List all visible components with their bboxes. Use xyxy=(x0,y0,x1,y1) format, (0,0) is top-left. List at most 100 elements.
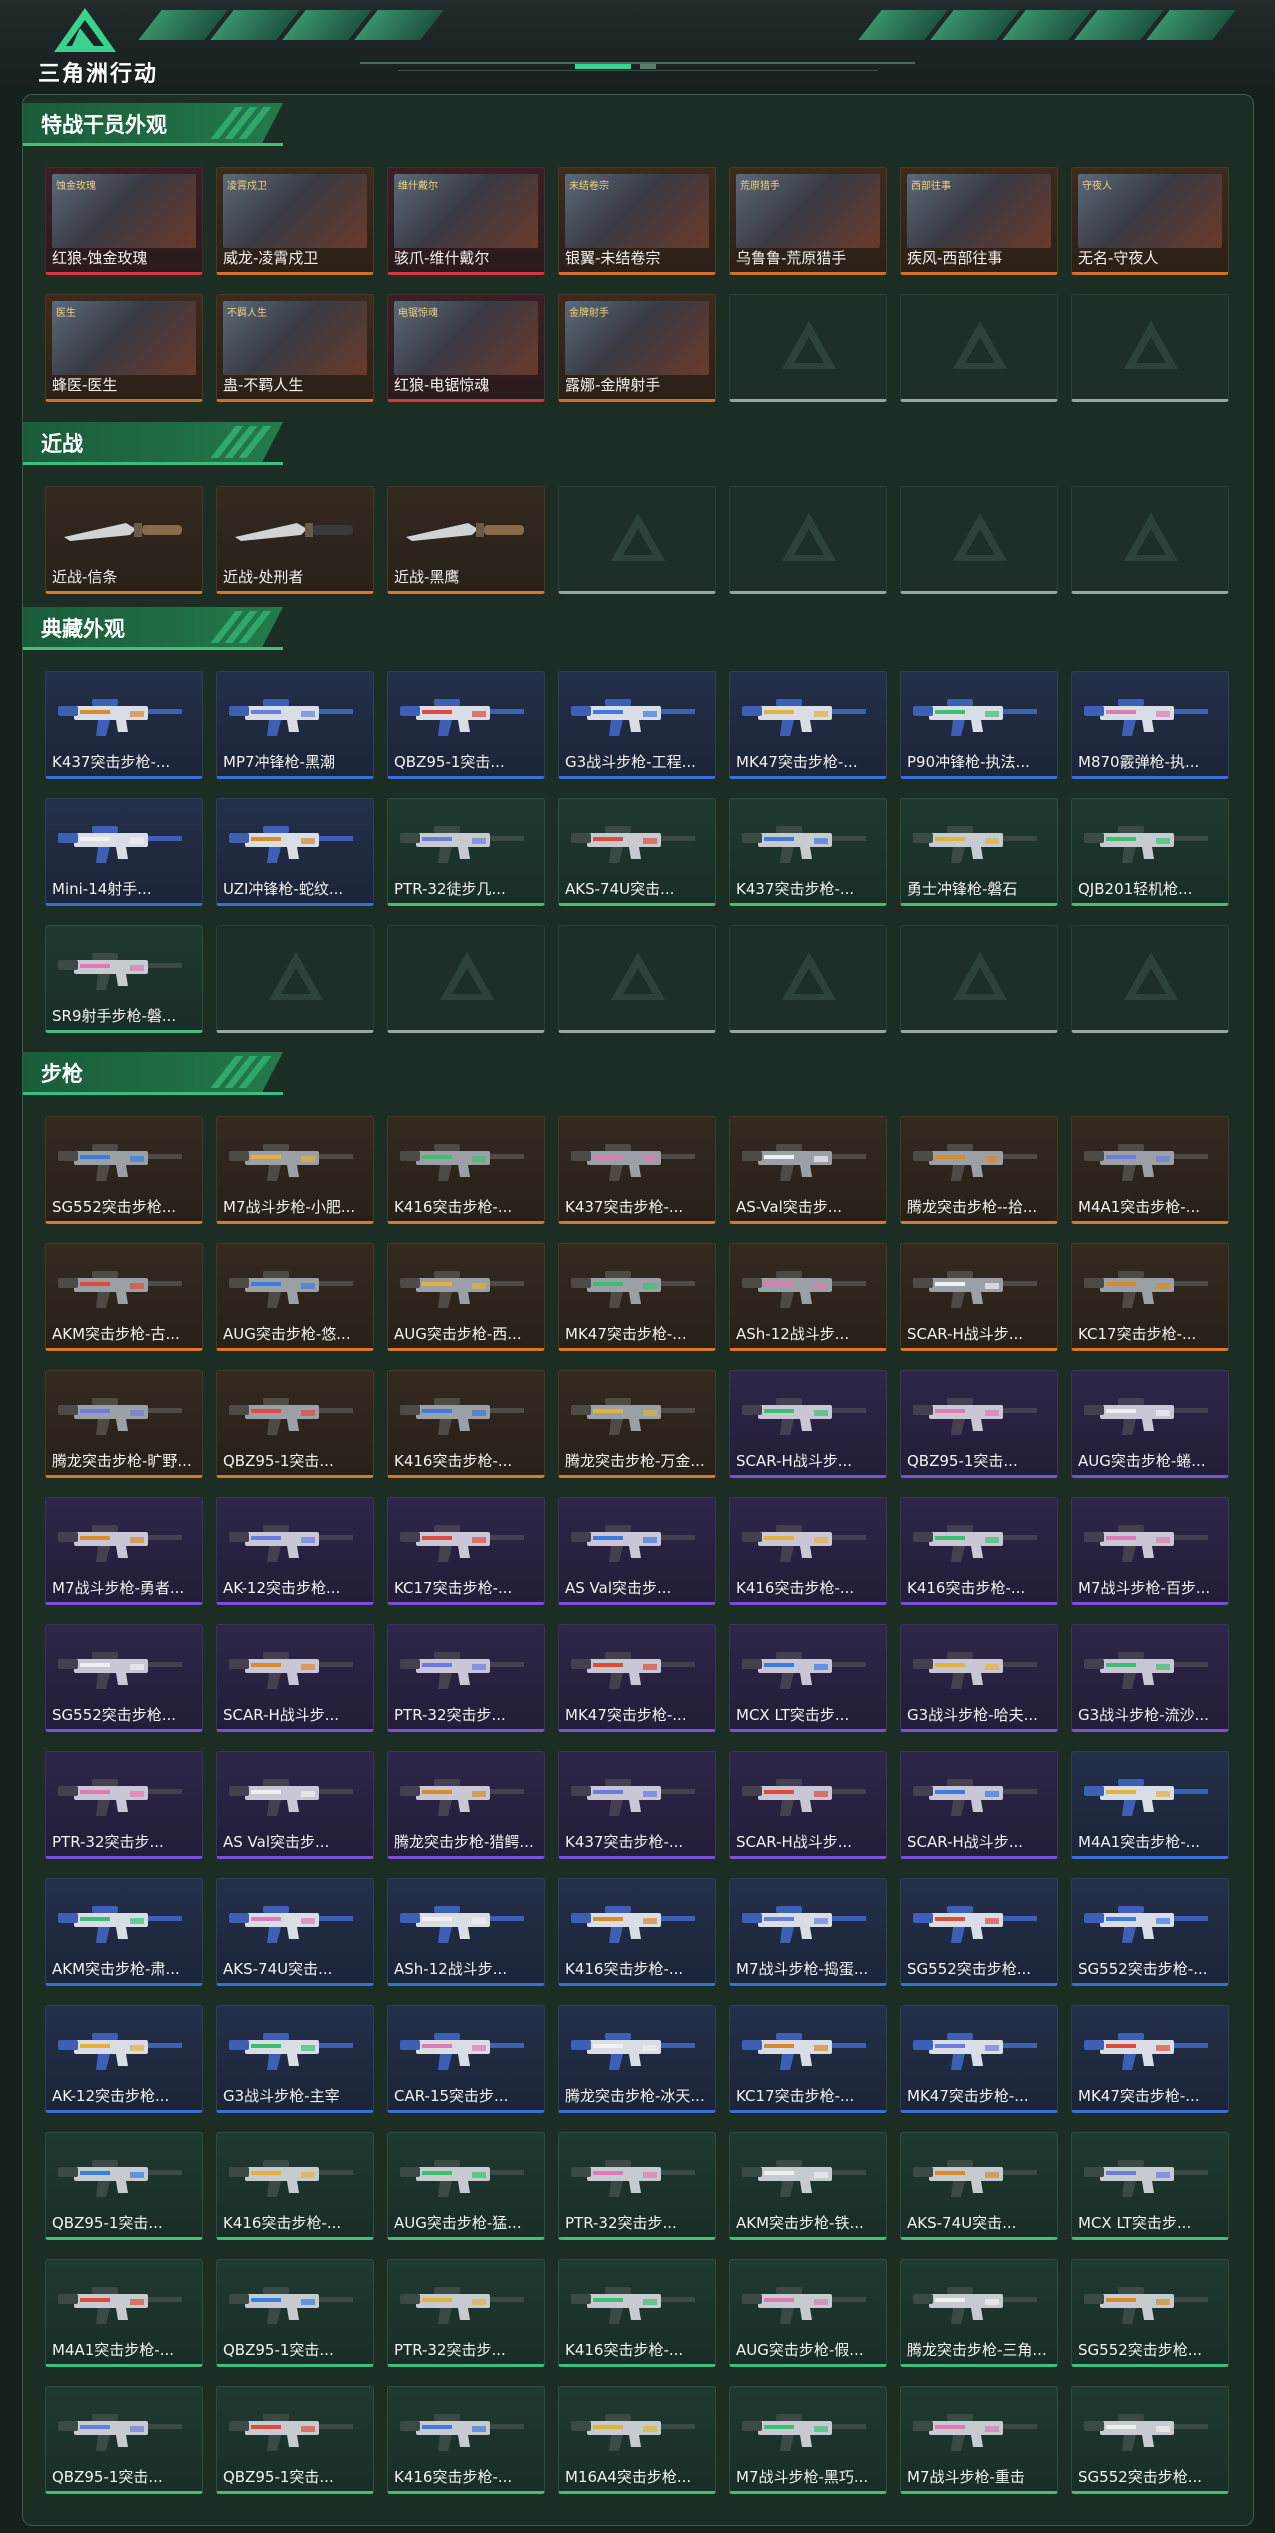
skin-tile[interactable]: CAR-15突击步... xyxy=(387,2005,545,2113)
skin-tile[interactable]: 腾龙突击步枪-冰天... xyxy=(558,2005,716,2113)
skin-tile[interactable]: MK47突击步枪-... xyxy=(729,671,887,779)
skin-tile[interactable]: 近战-处刑者 xyxy=(216,486,374,594)
skin-tile[interactable]: QBZ95-1突击... xyxy=(45,2132,203,2240)
skin-tile[interactable]: P90冲锋枪-执法... xyxy=(900,671,1058,779)
skin-tile[interactable]: AKM突击步枪-铁... xyxy=(729,2132,887,2240)
skin-tile[interactable]: M7战斗步枪-勇者... xyxy=(45,1497,203,1605)
skin-tile[interactable]: K437突击步枪-... xyxy=(558,1116,716,1224)
skin-tile[interactable]: Mini-14射手... xyxy=(45,798,203,906)
skin-tile[interactable]: MK47突击步枪-... xyxy=(558,1243,716,1351)
skin-tile[interactable]: 医生 蜂医-医生 xyxy=(45,294,203,402)
skin-tile[interactable]: QBZ95-1突击... xyxy=(216,1370,374,1478)
skin-tile[interactable]: KC17突击步枪-... xyxy=(1071,1243,1229,1351)
skin-tile[interactable]: SG552突击步枪... xyxy=(45,1116,203,1224)
skin-tile[interactable]: MP7冲锋枪-黑潮 xyxy=(216,671,374,779)
skin-tile[interactable]: 腾龙突击步枪-旷野... xyxy=(45,1370,203,1478)
skin-tile[interactable]: AKS-74U突击... xyxy=(558,798,716,906)
skin-tile[interactable]: 勇士冲锋枪-磐石 xyxy=(900,798,1058,906)
skin-tile[interactable]: MCX LT突击步... xyxy=(1071,2132,1229,2240)
skin-tile[interactable]: 凌霄戍卫 威龙-凌霄戍卫 xyxy=(216,167,374,275)
skin-tile[interactable]: AUG突击步枪-猛... xyxy=(387,2132,545,2240)
skin-tile[interactable]: 腾龙突击步枪-三角... xyxy=(900,2259,1058,2367)
skin-tile[interactable]: K437突击步枪-... xyxy=(45,671,203,779)
skin-tile[interactable]: ASh-12战斗步... xyxy=(729,1243,887,1351)
skin-tile[interactable]: SG552突击步枪... xyxy=(1071,2259,1229,2367)
skin-tile[interactable]: K416突击步枪-... xyxy=(558,1878,716,1986)
skin-tile[interactable]: AUG突击步枪-西... xyxy=(387,1243,545,1351)
skin-tile[interactable]: PTR-32突击步... xyxy=(387,1624,545,1732)
skin-tile[interactable]: SCAR-H战斗步... xyxy=(900,1751,1058,1859)
skin-tile[interactable]: 维什戴尔 骇爪-维什戴尔 xyxy=(387,167,545,275)
skin-tile[interactable]: SCAR-H战斗步... xyxy=(216,1624,374,1732)
skin-tile[interactable]: SCAR-H战斗步... xyxy=(729,1751,887,1859)
skin-tile[interactable]: SR9射手步枪-磐... xyxy=(45,925,203,1033)
skin-tile[interactable]: QBZ95-1突击... xyxy=(216,2386,374,2494)
skin-tile[interactable]: 腾龙突击步枪-万金... xyxy=(558,1370,716,1478)
skin-tile[interactable]: SG552突击步枪... xyxy=(45,1624,203,1732)
skin-tile[interactable]: SG552突击步枪... xyxy=(1071,2386,1229,2494)
skin-tile[interactable]: MK47突击步枪-... xyxy=(900,2005,1058,2113)
skin-tile[interactable]: 不羁人生 蛊-不羁人生 xyxy=(216,294,374,402)
skin-tile[interactable]: 腾龙突击步枪--拾... xyxy=(900,1116,1058,1224)
skin-tile[interactable]: K416突击步枪-... xyxy=(729,1497,887,1605)
skin-tile[interactable]: QBZ95-1突击... xyxy=(45,2386,203,2494)
skin-tile[interactable]: MK47突击步枪-... xyxy=(558,1624,716,1732)
skin-tile[interactable]: KC17突击步枪-... xyxy=(387,1497,545,1605)
skin-tile[interactable]: AKS-74U突击... xyxy=(216,1878,374,1986)
skin-tile[interactable]: 西部往事 疾风-西部往事 xyxy=(900,167,1058,275)
skin-tile[interactable]: 蚀金玫瑰 红狼-蚀金玫瑰 xyxy=(45,167,203,275)
skin-tile[interactable]: K416突击步枪-... xyxy=(387,1116,545,1224)
skin-tile[interactable]: M7战斗步枪-捣蛋... xyxy=(729,1878,887,1986)
skin-tile[interactable]: G3战斗步枪-哈夫... xyxy=(900,1624,1058,1732)
skin-tile[interactable]: QJB201轻机枪... xyxy=(1071,798,1229,906)
skin-tile[interactable]: MCX LT突击步... xyxy=(729,1624,887,1732)
skin-tile[interactable]: 荒原猎手 乌鲁鲁-荒原猎手 xyxy=(729,167,887,275)
skin-tile[interactable]: K416突击步枪-... xyxy=(558,2259,716,2367)
skin-tile[interactable]: M7战斗步枪-小肥... xyxy=(216,1116,374,1224)
skin-tile[interactable]: K416突击步枪-... xyxy=(900,1497,1058,1605)
skin-tile[interactable]: AS Val突击步... xyxy=(216,1751,374,1859)
skin-tile[interactable]: M7战斗步枪-黑巧... xyxy=(729,2386,887,2494)
skin-tile[interactable]: K437突击步枪-... xyxy=(729,798,887,906)
skin-tile[interactable]: G3战斗步枪-流沙... xyxy=(1071,1624,1229,1732)
skin-tile[interactable]: 电锯惊魂 红狼-电锯惊魂 xyxy=(387,294,545,402)
skin-tile[interactable]: PTR-32徒步几... xyxy=(387,798,545,906)
skin-tile[interactable]: AKS-74U突击... xyxy=(900,2132,1058,2240)
skin-tile[interactable]: AS-Val突击步... xyxy=(729,1116,887,1224)
skin-tile[interactable]: SG552突击步枪-... xyxy=(1071,1878,1229,1986)
skin-tile[interactable]: AUG突击步枪-蜷... xyxy=(1071,1370,1229,1478)
skin-tile[interactable]: AKM突击步枪-肃... xyxy=(45,1878,203,1986)
skin-tile[interactable]: AK-12突击步枪... xyxy=(45,2005,203,2113)
skin-tile[interactable]: M16A4突击步枪... xyxy=(558,2386,716,2494)
skin-tile[interactable]: QBZ95-1突击... xyxy=(387,671,545,779)
skin-tile[interactable]: 近战-黑鹰 xyxy=(387,486,545,594)
skin-tile[interactable]: G3战斗步枪-工程... xyxy=(558,671,716,779)
skin-tile[interactable]: 金牌射手 露娜-金牌射手 xyxy=(558,294,716,402)
skin-tile[interactable]: AKM突击步枪-古... xyxy=(45,1243,203,1351)
skin-tile[interactable]: PTR-32突击步... xyxy=(558,2132,716,2240)
skin-tile[interactable]: G3战斗步枪-主宰 xyxy=(216,2005,374,2113)
skin-tile[interactable]: K416突击步枪-... xyxy=(387,1370,545,1478)
skin-tile[interactable]: AUG突击步枪-假... xyxy=(729,2259,887,2367)
skin-tile[interactable]: 近战-信条 xyxy=(45,486,203,594)
skin-tile[interactable]: M7战斗步枪-百步... xyxy=(1071,1497,1229,1605)
skin-tile[interactable]: K437突击步枪-... xyxy=(558,1751,716,1859)
skin-tile[interactable]: 未结卷宗 银翼-未结卷宗 xyxy=(558,167,716,275)
skin-tile[interactable]: PTR-32突击步... xyxy=(45,1751,203,1859)
skin-tile[interactable]: SCAR-H战斗步... xyxy=(900,1243,1058,1351)
skin-tile[interactable]: M4A1突击步枪-... xyxy=(45,2259,203,2367)
skin-tile[interactable]: PTR-32突击步... xyxy=(387,2259,545,2367)
skin-tile[interactable]: SG552突击步枪... xyxy=(900,1878,1058,1986)
skin-tile[interactable]: K416突击步枪-... xyxy=(216,2132,374,2240)
skin-tile[interactable]: MK47突击步枪-... xyxy=(1071,2005,1229,2113)
skin-tile[interactable]: QBZ95-1突击... xyxy=(900,1370,1058,1478)
skin-tile[interactable]: AK-12突击步枪... xyxy=(216,1497,374,1605)
skin-tile[interactable]: M4A1突击步枪-... xyxy=(1071,1751,1229,1859)
skin-tile[interactable]: K416突击步枪-... xyxy=(387,2386,545,2494)
skin-tile[interactable]: ASh-12战斗步... xyxy=(387,1878,545,1986)
skin-tile[interactable]: UZI冲锋枪-蛇纹... xyxy=(216,798,374,906)
skin-tile[interactable]: M7战斗步枪-重击 xyxy=(900,2386,1058,2494)
skin-tile[interactable]: SCAR-H战斗步... xyxy=(729,1370,887,1478)
skin-tile[interactable]: AUG突击步枪-悠... xyxy=(216,1243,374,1351)
skin-tile[interactable]: 腾龙突击步枪-猎鳄... xyxy=(387,1751,545,1859)
